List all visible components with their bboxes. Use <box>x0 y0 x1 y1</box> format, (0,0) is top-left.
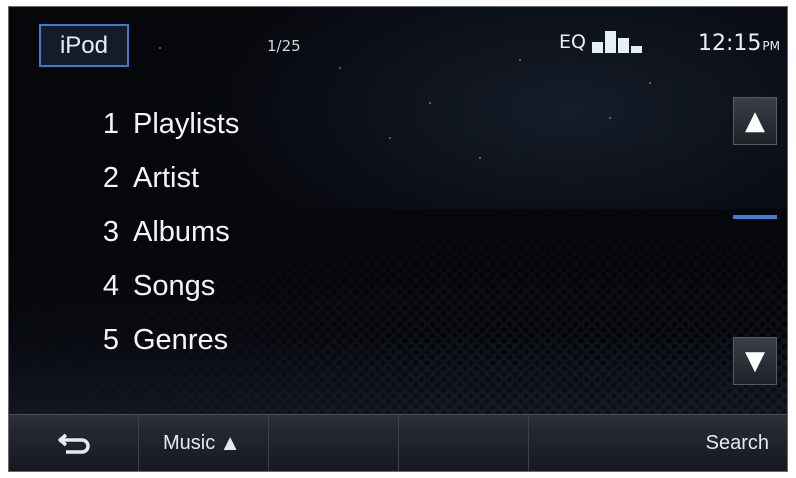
bottom-bar: Music ▲ Search <box>9 414 787 471</box>
empty-softkey-2[interactable] <box>399 415 529 471</box>
music-label: Music <box>163 431 216 454</box>
empty-softkey-1[interactable] <box>269 415 399 471</box>
eq-bars-icon <box>591 31 642 53</box>
music-button[interactable]: Music ▲ <box>139 415 269 471</box>
triangle-up-icon: ▲ <box>219 430 242 455</box>
source-button[interactable]: iPod <box>39 24 129 67</box>
star-decoration <box>519 59 521 61</box>
menu-item-playlists[interactable]: 1 Playlists <box>79 97 240 151</box>
menu-item-songs[interactable]: 4 Songs <box>79 259 239 313</box>
star-decoration <box>429 102 431 104</box>
back-arrow-icon <box>57 433 90 454</box>
scroll-position-indicator <box>733 215 777 219</box>
clock: 12:15PM <box>698 31 780 56</box>
search-label: Search <box>705 431 769 454</box>
browse-menu: 1 Playlists 2 Artist 3 Albums 4 Songs 5 … <box>79 97 240 367</box>
back-button[interactable] <box>9 415 139 471</box>
menu-item-number: 5 <box>102 323 119 356</box>
eq-label: EQ <box>559 31 586 53</box>
menu-item-artist[interactable]: 2 Artist <box>79 151 239 205</box>
arrow-up-icon: ▲ <box>745 106 765 136</box>
star-decoration <box>609 117 611 119</box>
scroll-down-button[interactable]: ▼ <box>733 337 777 385</box>
scroll-up-button[interactable]: ▲ <box>733 97 777 145</box>
star-decoration <box>479 157 481 159</box>
menu-item-label: Artist <box>133 161 200 194</box>
search-button[interactable]: Search <box>529 415 787 471</box>
track-counter: 1/25 <box>267 37 301 55</box>
menu-item-number: 4 <box>102 269 119 302</box>
clock-time: 12:15 <box>698 31 762 56</box>
menu-item-genres[interactable]: 5 Genres <box>79 313 239 367</box>
star-decoration <box>339 67 341 69</box>
star-decoration <box>389 137 391 139</box>
menu-item-label: Genres <box>133 323 229 356</box>
menu-item-label: Playlists <box>133 107 240 140</box>
eq-button[interactable]: EQ <box>559 31 642 53</box>
arrow-down-icon: ▼ <box>745 346 765 376</box>
menu-item-label: Songs <box>133 269 216 302</box>
menu-item-number: 1 <box>102 107 119 140</box>
menu-item-label: Albums <box>133 215 230 248</box>
star-decoration <box>159 47 161 49</box>
star-decoration <box>649 82 651 84</box>
menu-item-number: 3 <box>102 215 119 248</box>
head-unit-screen: iPod 1/25 EQ 12:15PM 1 Playlists 2 Artis… <box>8 6 788 472</box>
menu-item-albums[interactable]: 3 Albums <box>79 205 239 259</box>
clock-ampm: PM <box>762 39 780 53</box>
menu-item-number: 2 <box>102 161 119 194</box>
